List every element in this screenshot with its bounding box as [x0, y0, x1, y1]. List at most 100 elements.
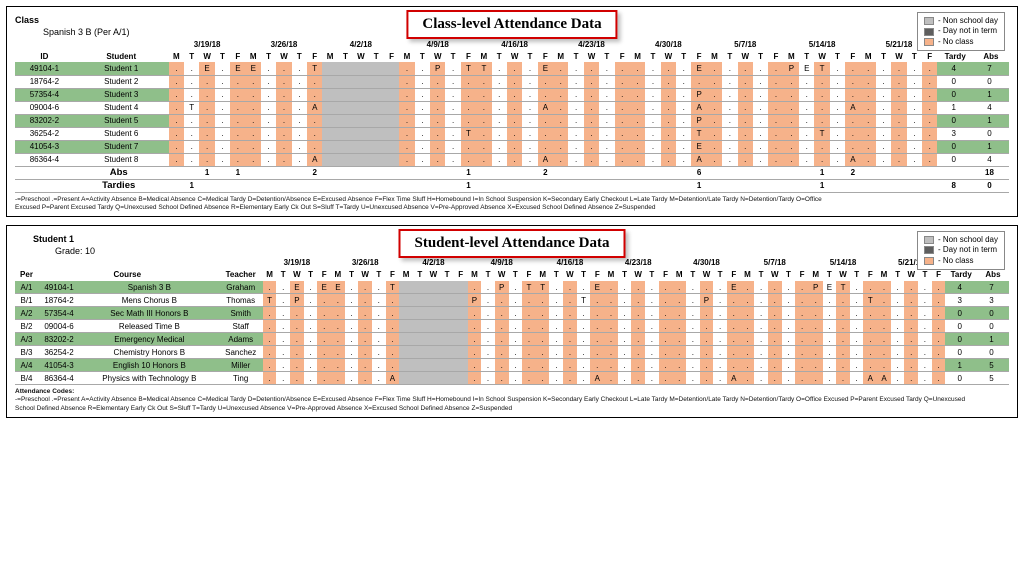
attendance-cell: . — [661, 127, 676, 140]
attendance-cell: . — [599, 62, 614, 75]
attendance-cell: . — [481, 359, 495, 372]
attendance-cell: . — [768, 101, 783, 114]
tardy-col-total — [246, 179, 261, 192]
attendance-cell: . — [863, 346, 877, 359]
attendance-cell — [440, 359, 454, 372]
attendance-cell: . — [784, 88, 799, 101]
tardy-total: 0 — [945, 346, 977, 359]
attendance-cell: . — [754, 281, 768, 294]
attendance-cell: . — [481, 294, 495, 307]
attendance-cell: . — [358, 359, 372, 372]
attendance-cell: . — [672, 359, 686, 372]
teacher-cell: Graham — [217, 281, 263, 294]
attendance-cell: . — [659, 359, 673, 372]
attendance-cell: . — [830, 114, 845, 127]
attendance-cell: . — [509, 281, 523, 294]
student-id: 36254-2 — [15, 127, 72, 140]
attendance-cell — [427, 307, 441, 320]
attendance-cell: . — [492, 153, 507, 166]
tardy-grand-total: 8 — [937, 179, 972, 192]
attendance-cell — [338, 114, 353, 127]
attendance-cell: . — [795, 372, 809, 385]
legend-not-in-term: - Day not in term — [924, 26, 998, 36]
attendance-cell: . — [672, 307, 686, 320]
tardy-col-total — [845, 179, 860, 192]
attendance-cell: . — [169, 127, 184, 140]
attendance-cell — [353, 101, 368, 114]
attendance-cell: . — [345, 320, 359, 333]
abs-col-total — [369, 166, 384, 179]
attendance-cell — [454, 320, 468, 333]
attendance-cell: . — [522, 359, 536, 372]
attendance-cell: . — [290, 307, 304, 320]
attendance-cell: . — [795, 281, 809, 294]
table-row: B/336254-2Chemistry Honors BSanchez.....… — [15, 346, 1009, 359]
attendance-cell: . — [754, 294, 768, 307]
tardy-total: 0 — [937, 153, 972, 166]
attendance-cell: . — [918, 294, 932, 307]
attendance-cell: . — [372, 307, 386, 320]
attendance-cell: . — [386, 359, 400, 372]
attendance-cell — [454, 281, 468, 294]
legend: - Non school day - Day not in term - No … — [917, 231, 1005, 270]
attendance-cell: . — [495, 359, 509, 372]
period-cell: B/4 — [15, 372, 36, 385]
attendance-cell: . — [522, 307, 536, 320]
attendance-cell: . — [686, 333, 700, 346]
attendance-cell: . — [522, 333, 536, 346]
attendance-cell: . — [345, 307, 359, 320]
attendance-cell: . — [304, 346, 318, 359]
attendance-cell: . — [845, 88, 860, 101]
attendance-cell: . — [261, 101, 276, 114]
abs-col-total: 1 — [230, 166, 245, 179]
attendance-cell: . — [331, 307, 345, 320]
attendance-cell: . — [672, 281, 686, 294]
tardy-col-total — [215, 179, 230, 192]
attendance-cell: . — [184, 153, 199, 166]
attendance-cell: . — [304, 359, 318, 372]
attendance-cell: . — [261, 153, 276, 166]
attendance-cell — [427, 359, 441, 372]
attendance-cell: . — [230, 75, 245, 88]
attendance-cell: . — [784, 75, 799, 88]
tardy-col-total — [661, 179, 676, 192]
teacher-cell: Sanchez — [217, 346, 263, 359]
tardy-col-total — [507, 179, 522, 192]
attendance-cell: . — [184, 75, 199, 88]
attendance-cell: . — [386, 307, 400, 320]
attendance-cell: . — [430, 88, 445, 101]
attendance-cell: . — [568, 153, 583, 166]
attendance-cell: T — [461, 62, 476, 75]
attendance-cell: . — [345, 359, 359, 372]
attendance-cell: E — [691, 62, 706, 75]
attendance-cell — [454, 359, 468, 372]
attendance-cell: . — [727, 333, 741, 346]
attendance-cell: . — [891, 372, 905, 385]
attendance-cell: . — [577, 281, 591, 294]
attendance-cell: . — [618, 359, 632, 372]
attendance-cell: . — [861, 127, 876, 140]
attendance-cell: . — [568, 88, 583, 101]
attendance-cell: . — [468, 281, 482, 294]
table-row: 09004-6Student 4.T.......A.........A....… — [15, 101, 1009, 114]
attendance-cell: . — [782, 320, 796, 333]
attendance-cell — [399, 320, 413, 333]
attendance-cell: . — [568, 140, 583, 153]
attendance-cell: E — [727, 281, 741, 294]
legend-no-class: - No class — [924, 256, 998, 266]
attendance-cell: . — [823, 307, 837, 320]
abs-col-total — [891, 166, 906, 179]
attendance-cell: . — [317, 294, 331, 307]
attendance-cell: . — [907, 75, 922, 88]
attendance-cell: . — [372, 333, 386, 346]
attendance-cell: . — [476, 88, 491, 101]
attendance-cell: . — [481, 346, 495, 359]
attendance-cell: . — [700, 372, 714, 385]
panel-title: Class-level Attendance Data — [406, 10, 617, 39]
attendance-cell: . — [845, 114, 860, 127]
attendance-cell: . — [304, 294, 318, 307]
abs-col-total — [753, 166, 768, 179]
attendance-cell: . — [836, 359, 850, 372]
attendance-cell: . — [741, 346, 755, 359]
attendance-cell: . — [215, 101, 230, 114]
